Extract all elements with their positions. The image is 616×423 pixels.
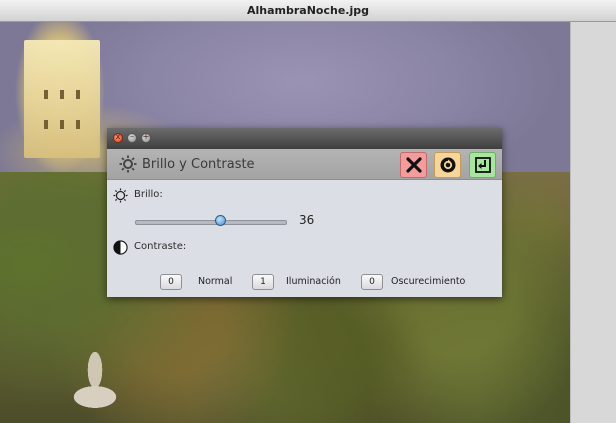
minimize-icon: – xyxy=(130,132,134,141)
x-icon xyxy=(405,157,422,173)
dialog-header: Brillo y Contraste xyxy=(107,149,502,180)
close-window-button[interactable]: x xyxy=(113,132,123,143)
contrast-normal-value[interactable]: 0 xyxy=(160,274,182,290)
reset-icon xyxy=(440,157,455,173)
apply-button[interactable] xyxy=(469,152,496,178)
contrast-normal-label: Normal xyxy=(198,276,233,287)
fountain xyxy=(60,352,130,412)
brightness-slider-track[interactable] xyxy=(135,220,287,225)
contrast-darkening-value[interactable]: 0 xyxy=(361,274,383,290)
contrast-label: Contraste: xyxy=(134,241,187,252)
tower xyxy=(24,40,100,158)
contrast-illumination-value[interactable]: 1 xyxy=(252,274,274,290)
dialog-titlebar[interactable]: x – + xyxy=(107,128,502,149)
brightness-contrast-dialog: x – + Brillo y Contraste Brillo: 36 Cont… xyxy=(107,128,502,297)
maximize-icon: + xyxy=(142,132,150,141)
dialog-title: Brillo y Contraste xyxy=(142,157,255,172)
brightness-slider-thumb[interactable] xyxy=(214,215,226,226)
maximize-window-button[interactable]: + xyxy=(141,132,151,143)
main-window-titlebar[interactable]: AlhambraNoche.jpg xyxy=(0,0,616,22)
apply-icon xyxy=(474,157,491,173)
reset-button[interactable] xyxy=(434,152,461,178)
right-panel xyxy=(570,22,616,423)
minimize-window-button[interactable]: – xyxy=(127,132,137,143)
sun-icon xyxy=(113,188,128,203)
window-title: AlhambraNoche.jpg xyxy=(247,4,369,17)
contrast-illumination-label: Iluminación xyxy=(286,276,341,287)
contrast-darkening-label: Oscurecimiento xyxy=(391,276,466,287)
cancel-button[interactable] xyxy=(400,152,427,178)
dialog-body: Brillo: 36 Contraste: 0 Normal 1 Ilumina… xyxy=(107,180,502,297)
brightness-value: 36 xyxy=(299,213,315,227)
brightness-icon xyxy=(119,155,137,173)
contrast-icon xyxy=(113,240,128,255)
brightness-label: Brillo: xyxy=(134,189,163,200)
close-icon: x xyxy=(115,132,121,141)
